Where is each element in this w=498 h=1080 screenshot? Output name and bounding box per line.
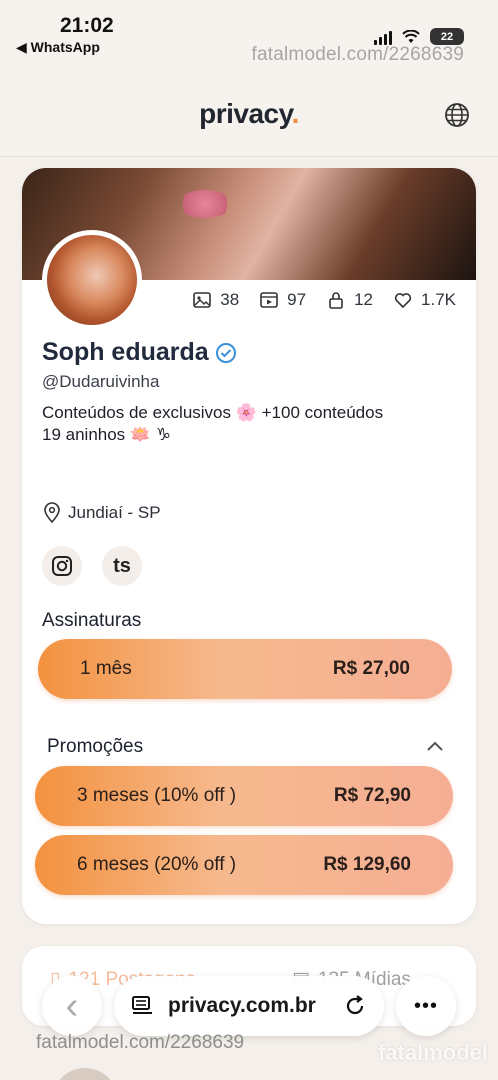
profile-card: 38 97 12 1.7K Soph eduarda @Dudaruivinha… [22, 168, 476, 924]
heart-icon [394, 293, 412, 309]
bio-line-2: 19 aninhos 🪷 ♑ [42, 425, 172, 444]
video-icon [260, 292, 278, 308]
watermark-top: fatalmodel.com/2268639 [251, 44, 464, 65]
status-icons: 22 [374, 28, 464, 45]
plan-price: R$ 129,60 [323, 854, 411, 875]
plan-label: 3 meses (10% off ) [77, 785, 237, 806]
status-time: 21:02 [60, 14, 114, 37]
globe-icon[interactable] [444, 102, 470, 128]
avatar[interactable] [42, 230, 142, 330]
watermark-bottom: fatalmodel.com/2268639 [36, 1032, 245, 1053]
instagram-button[interactable] [42, 546, 82, 586]
social-links: ts [42, 546, 142, 586]
stat-likes: 1.7K [393, 290, 456, 310]
stat-locked-count: 12 [354, 290, 374, 309]
stat-likes-count: 1.7K [421, 290, 456, 309]
profile-handle: @Dudaruivinha [42, 372, 160, 391]
image-icon [193, 292, 212, 308]
lock-icon [329, 292, 343, 309]
ts-icon: ts [113, 554, 131, 577]
subscriptions-title: Assinaturas [42, 610, 142, 631]
plan-label: 1 mês [80, 658, 132, 679]
bio-line-1: Conteúdos de exclusivos 🌸 +100 conteúdos [42, 403, 384, 422]
more-options-button[interactable]: ••• [396, 976, 456, 1036]
location-text: Jundiaí - SP [68, 503, 161, 522]
stat-locked: 12 [326, 290, 373, 310]
reader-icon[interactable] [130, 994, 156, 1018]
location-pin-icon [44, 502, 60, 524]
battery-icon: 22 [430, 28, 464, 45]
plan-6-months-button[interactable]: 6 meses (20% off ) R$ 129,60 [35, 835, 453, 895]
reload-icon[interactable] [342, 993, 368, 1019]
chevron-up-icon[interactable] [424, 736, 446, 758]
signal-icon [374, 29, 392, 45]
stat-videos-count: 97 [287, 290, 307, 309]
wifi-icon [402, 29, 420, 43]
privacy-logo[interactable]: privacy. [0, 98, 498, 130]
plan-price: R$ 72,90 [333, 785, 411, 806]
promotions-title: Promoções [47, 736, 144, 757]
verified-badge-icon [215, 342, 236, 363]
profile-name: Soph eduarda [42, 338, 209, 366]
plan-label: 6 meses (20% off ) [77, 854, 237, 875]
stat-images-count: 38 [220, 290, 240, 309]
name-row: Soph eduarda [42, 338, 237, 367]
more-icon: ••• [413, 994, 438, 1017]
plan-1-month-button[interactable]: 1 mês R$ 27,00 [38, 639, 452, 699]
url-text[interactable]: privacy.com.br [168, 994, 330, 1018]
site-header: privacy. [0, 88, 498, 144]
profile-stats: 38 97 12 1.7K [192, 290, 456, 310]
ts-button[interactable]: ts [102, 546, 142, 586]
stat-videos: 97 [259, 290, 306, 310]
instagram-icon [52, 556, 72, 576]
fatalmodel-watermark-logo: fatalmodel [377, 1040, 488, 1065]
chevron-left-icon: ‹ [65, 985, 79, 1027]
plan-3-months-button[interactable]: 3 meses (10% off ) R$ 72,90 [35, 766, 453, 826]
back-to-whatsapp-link[interactable]: ◀ WhatsApp [16, 39, 100, 56]
stat-images: 38 [192, 290, 239, 310]
address-bar[interactable]: privacy.com.br [114, 976, 384, 1036]
browser-back-button[interactable]: ‹ [42, 976, 102, 1036]
profile-bio: Conteúdos de exclusivos 🌸 +100 conteúdos… [42, 402, 462, 446]
plan-price: R$ 27,00 [332, 658, 410, 679]
location: Jundiaí - SP [42, 502, 161, 524]
